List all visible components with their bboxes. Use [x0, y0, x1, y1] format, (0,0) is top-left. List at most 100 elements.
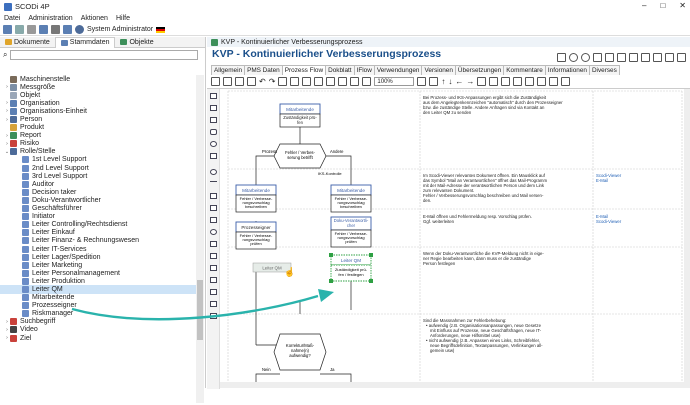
palette-text-icon[interactable]	[210, 277, 217, 283]
align-center-icon[interactable]	[290, 77, 300, 86]
arrow-right-icon[interactable]: →	[466, 77, 474, 86]
tree-item[interactable]: Mitarbeitende	[0, 294, 196, 302]
arrow-left-icon[interactable]: ←	[455, 77, 463, 86]
palette-pointer-icon[interactable]	[210, 93, 217, 99]
palette-note-icon[interactable]	[210, 289, 217, 295]
tab-allgemein[interactable]: Allgemein	[211, 65, 246, 75]
tab-verwendungen[interactable]: Verwendungen	[373, 65, 423, 75]
tree-item[interactable]: Geschäftsführer	[0, 205, 196, 213]
delete-icon[interactable]	[247, 77, 256, 86]
tools-icon[interactable]	[51, 25, 60, 34]
maximize-button[interactable]: □	[660, 1, 665, 10]
palette-lane-icon[interactable]	[210, 217, 217, 223]
palette-decision-icon[interactable]	[210, 153, 217, 159]
tree-scrollbar[interactable]	[196, 75, 204, 403]
tree-item[interactable]: › Messgröße	[0, 83, 196, 91]
tree-item[interactable]: › Organisation	[0, 99, 196, 107]
tree-item[interactable]: Leiter Controlling/Rechtsdienst	[0, 221, 196, 229]
tree-item[interactable]: › Risiko	[0, 140, 196, 148]
history-icon[interactable]	[569, 53, 578, 62]
tree-item[interactable]: Leiter QM	[0, 285, 196, 294]
edit-icon[interactable]	[39, 25, 48, 34]
tree-item[interactable]: Leiter Finanz- & Rechnungswesen	[0, 237, 196, 245]
tree-item[interactable]: Leiter Einkauf	[0, 229, 196, 237]
tree-item[interactable]: Produkt	[0, 124, 196, 132]
align-bottom-icon[interactable]	[338, 77, 348, 86]
palette-subprocess-icon[interactable]	[210, 117, 217, 123]
tree-item[interactable]: Auditor	[0, 180, 196, 188]
document-tab[interactable]: KVP - Kontinuierlicher Verbesserungsproz…	[207, 37, 690, 47]
align-right-icon[interactable]	[302, 77, 312, 86]
tree-item[interactable]: Leiter Produktion	[0, 277, 196, 285]
refresh-icon[interactable]	[593, 53, 602, 62]
tree-item[interactable]: 3rd Level Support	[0, 172, 196, 180]
menu-datei[interactable]: Datei	[4, 15, 20, 22]
remove-column-icon[interactable]	[513, 77, 523, 86]
tab-diverses[interactable]: Diverses	[588, 65, 620, 75]
palette-table-icon[interactable]	[210, 253, 217, 259]
german-flag-icon[interactable]	[156, 26, 166, 33]
tree-item[interactable]: › Report	[0, 132, 196, 140]
settings-icon[interactable]	[27, 25, 36, 34]
tab-stammdaten[interactable]: Stammdaten	[54, 36, 116, 48]
text-icon[interactable]	[549, 77, 559, 86]
tree-item[interactable]: › Ziel	[0, 334, 196, 342]
palette-line-icon[interactable]	[210, 181, 217, 182]
paste-icon[interactable]	[235, 77, 244, 86]
palette-data-icon[interactable]	[210, 193, 217, 199]
tree-item[interactable]: › Person	[0, 115, 196, 124]
close-button[interactable]: ✕	[679, 1, 686, 10]
tree-item[interactable]: Leiter Personalmanagement	[0, 269, 196, 277]
refresh-icon[interactable]	[63, 25, 72, 34]
tree-item[interactable]: Doku-Verantwortlicher	[0, 196, 196, 204]
resize-handle[interactable]	[329, 279, 333, 283]
info-icon[interactable]	[605, 53, 614, 62]
tree-item[interactable]: Leiter Lager/Spedition	[0, 253, 196, 261]
insert-column-icon[interactable]	[489, 77, 499, 86]
canvas-vertical-scrollbar[interactable]	[684, 89, 690, 383]
distribute-icon[interactable]	[350, 77, 360, 86]
tree-item[interactable]: › Organisations-Einheit	[0, 107, 196, 115]
tab-objekte[interactable]: Objekte	[115, 37, 158, 48]
tab-versionen[interactable]: Versionen	[421, 65, 456, 75]
layout-icon[interactable]	[525, 77, 535, 86]
tree-item[interactable]: ⌄ Rolle/Stelle	[0, 148, 196, 156]
undo-icon[interactable]: ↶	[259, 77, 266, 86]
arrow-up-icon[interactable]: ↑	[441, 77, 445, 86]
palette-annotation-icon[interactable]	[210, 205, 217, 211]
insert-row-icon[interactable]	[477, 77, 487, 86]
desc2-link-email[interactable]: E-Mail	[596, 178, 608, 183]
home-icon[interactable]	[3, 25, 12, 34]
resize-handle[interactable]	[329, 253, 333, 257]
tab-informationen[interactable]: Informationen	[544, 65, 590, 75]
tree-item[interactable]: 2nd Level Support	[0, 164, 196, 172]
menu-hilfe[interactable]: Hilfe	[116, 15, 130, 22]
copy-icon[interactable]	[557, 53, 566, 62]
align-top-icon[interactable]	[314, 77, 324, 86]
search-icon[interactable]: ⌕	[3, 50, 7, 60]
tree-item[interactable]: 1st Level Support	[0, 156, 196, 164]
tab-dokblatt[interactable]: Dokblatt	[325, 65, 355, 75]
cut-icon[interactable]	[211, 77, 220, 86]
tab-kommentare[interactable]: Kommentare	[503, 65, 546, 75]
align-left-icon[interactable]	[278, 77, 288, 86]
tree-item[interactable]: Leiter IT-Services	[0, 245, 196, 253]
palette-group-icon[interactable]	[210, 301, 217, 307]
swimlane-icon[interactable]	[537, 77, 547, 86]
grid-icon[interactable]	[362, 77, 372, 86]
resize-handle[interactable]	[369, 279, 373, 283]
palette-process-icon[interactable]	[210, 105, 217, 111]
minimize-button[interactable]: –	[642, 1, 646, 10]
palette-document-icon[interactable]	[210, 129, 217, 135]
tab-dokumente[interactable]: Dokumente	[0, 37, 55, 48]
palette-database-icon[interactable]	[210, 241, 217, 247]
tab-prozess-flow[interactable]: Prozess Flow	[281, 65, 327, 75]
tree-item[interactable]: Initiator	[0, 213, 196, 221]
palette-link-icon[interactable]	[210, 313, 217, 319]
search-input[interactable]	[10, 49, 199, 60]
palette-event-icon[interactable]	[210, 229, 217, 235]
menu-administration[interactable]: Administration	[28, 15, 72, 22]
arrow-down-icon[interactable]: ↓	[448, 77, 452, 86]
link-icon[interactable]	[617, 53, 626, 62]
palette-image-icon[interactable]	[210, 265, 217, 271]
